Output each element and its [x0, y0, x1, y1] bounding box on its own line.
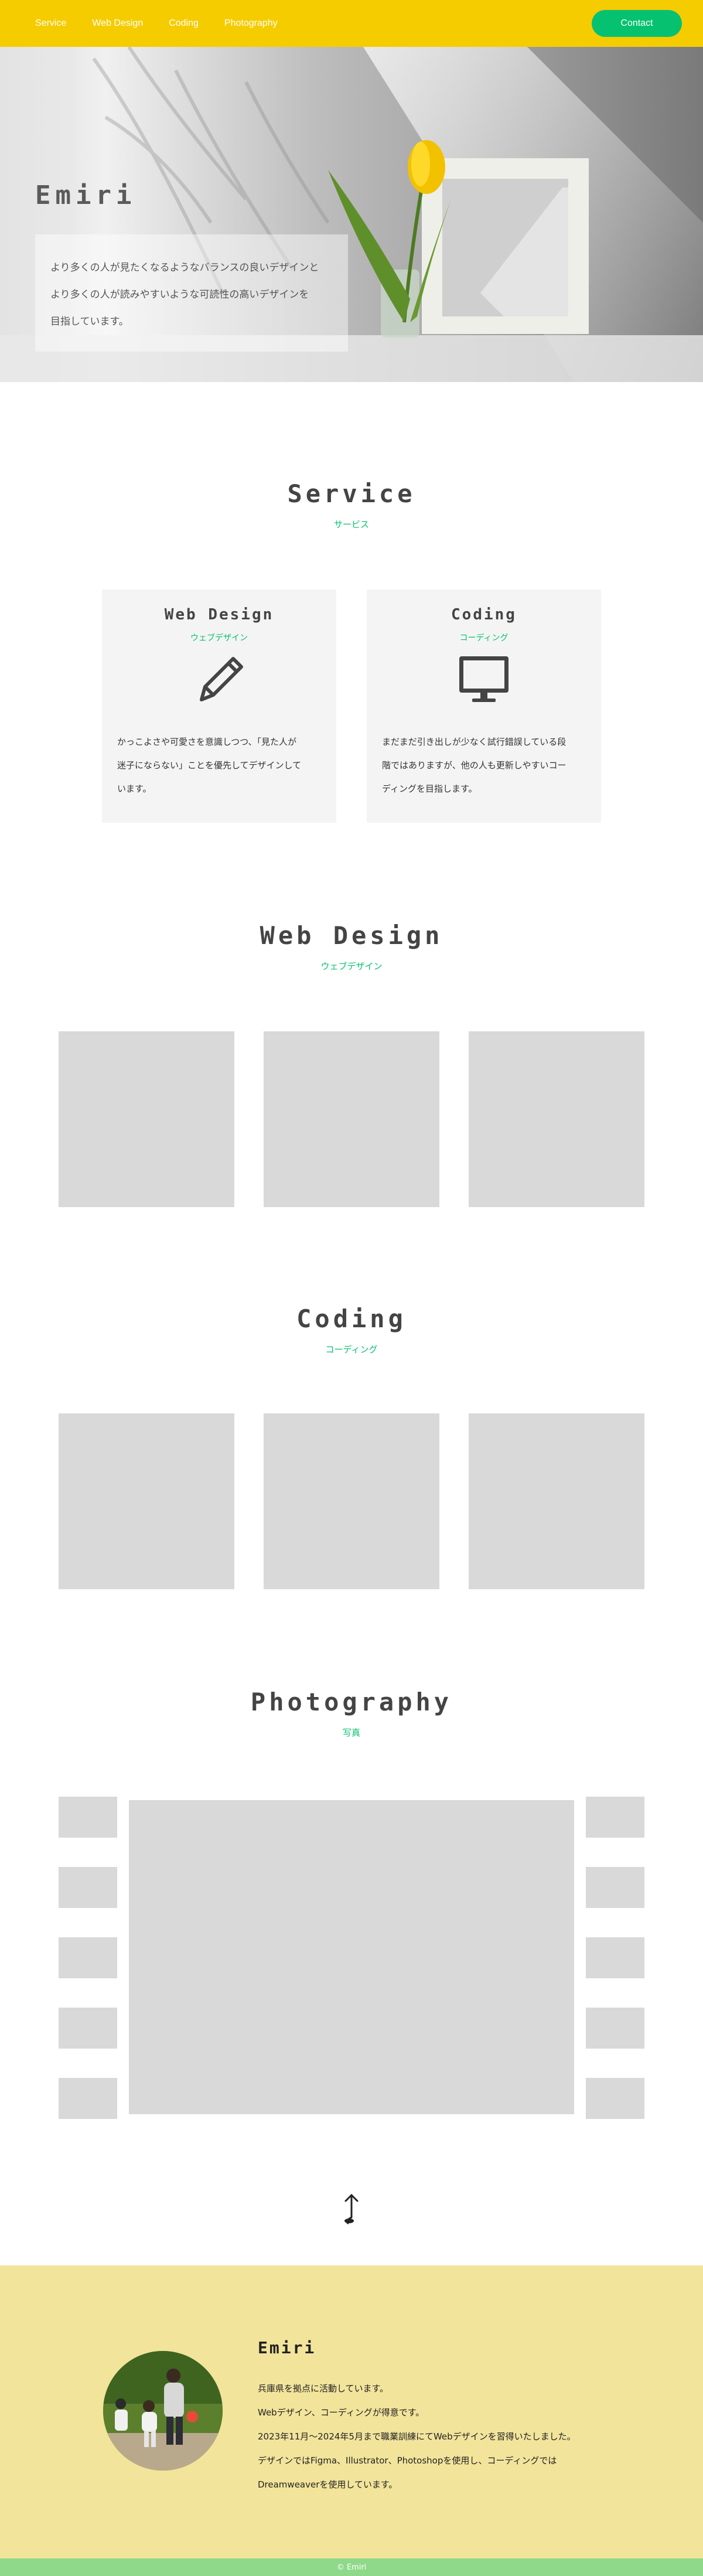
- card-description: まだまだ引き出しが少なく試行錯誤している段 階ではありますが、他の人も更新しやす…: [382, 730, 586, 800]
- photo-thumbnail[interactable]: [59, 2008, 117, 2049]
- top-navigation: Service Web Design Coding Photography Co…: [0, 0, 703, 47]
- copyright-text: © Emiri: [336, 2563, 367, 2572]
- avatar: [103, 2351, 223, 2471]
- photo-thumbnail[interactable]: [586, 1797, 644, 1838]
- hero-text-line: より多くの人が見たくなるようなバランスの良いデザインと: [50, 262, 319, 274]
- card-subtitle: コーディング: [459, 633, 509, 643]
- card-text-line: かっこよさや可愛さを意識しつつ、「見た人が: [117, 737, 297, 747]
- profile-name: Emiri: [258, 2338, 316, 2357]
- photo-thumbnail[interactable]: [586, 1867, 644, 1908]
- monitor-icon: [459, 656, 509, 702]
- profile-text-line: 2023年11月～2024年5月まで職業訓練にてWebデザインを習得いたしました…: [258, 2431, 576, 2442]
- profile-text-line: 兵庫県を拠点に活動しています。: [258, 2383, 389, 2394]
- hero-text-line: より多くの人が読みやすいような可読性の高いデザインを: [50, 289, 309, 301]
- hero-section: Emiri より多くの人が見たくなるようなバランスの良いデザインと より多くの人…: [0, 47, 703, 382]
- card-text-line: 階ではありますが、他の人も更新しやすいコー: [382, 760, 567, 771]
- card-subtitle: ウェブデザイン: [190, 633, 248, 643]
- nav-link-web-design[interactable]: Web Design: [92, 18, 143, 29]
- profile-section: Emiri 兵庫県を拠点に活動しています。 Webデザイン、コーディングが得意で…: [0, 2265, 703, 2558]
- profile-text-line: Dreamweaverを使用しています。: [258, 2479, 398, 2490]
- service-card-coding: Coding コーディング まだまだ引き出しが少なく試行錯誤している段 階ではあ…: [367, 590, 601, 823]
- photo-thumbnail[interactable]: [586, 1937, 644, 1978]
- card-text-line: ディングを目指します。: [382, 783, 477, 794]
- coding-thumbnail[interactable]: [264, 1413, 439, 1589]
- photo-thumbnail[interactable]: [59, 1937, 117, 1978]
- service-title: Service: [287, 479, 416, 508]
- coding-thumbnail[interactable]: [469, 1413, 644, 1589]
- photography-subtitle: 写真: [342, 1727, 360, 1738]
- card-text-line: まだまだ引き出しが少なく試行錯誤している段: [382, 737, 567, 747]
- profile-text-line: デザインではFigma、Illustrator、Photoshopを使用し、コー…: [258, 2455, 557, 2466]
- card-description: かっこよさや可愛さを意識しつつ、「見た人が 迷子にならない」ことを優先してデザイ…: [117, 730, 321, 800]
- photo-thumbnail[interactable]: [59, 2078, 117, 2119]
- photo-thumbnail[interactable]: [586, 2008, 644, 2049]
- webdesign-thumbnail[interactable]: [469, 1031, 644, 1207]
- coding-subtitle: コーディング: [325, 1344, 378, 1355]
- profile-description: 兵庫県を拠点に活動しています。 Webデザイン、コーディングが得意です。 202…: [258, 2377, 633, 2497]
- photography-title: Photography: [250, 1688, 453, 1716]
- photo-thumbnail[interactable]: [59, 1867, 117, 1908]
- webdesign-thumbnail[interactable]: [59, 1031, 234, 1207]
- nav-link-service[interactable]: Service: [35, 18, 66, 29]
- service-card-web-design: Web Design ウェブデザイン かっこよさや可愛さを意識しつつ、「見た人が…: [102, 590, 336, 823]
- photo-thumbnail[interactable]: [59, 1797, 117, 1838]
- photo-thumbnail[interactable]: [586, 2078, 644, 2119]
- webdesign-thumbnail[interactable]: [264, 1031, 439, 1207]
- pencil-icon: [200, 657, 243, 701]
- footer: © Emiri: [0, 2558, 703, 2576]
- nav-link-coding[interactable]: Coding: [169, 18, 199, 29]
- coding-thumbnail[interactable]: [59, 1413, 234, 1589]
- webdesign-subtitle: ウェブデザイン: [320, 961, 383, 972]
- page-top-icon[interactable]: [335, 2192, 368, 2224]
- nav-link-photography[interactable]: Photography: [224, 18, 278, 29]
- profile-text-line: Webデザイン、コーディングが得意です。: [258, 2407, 425, 2418]
- hero-title: Emiri: [35, 180, 136, 210]
- service-subtitle: サービス: [333, 519, 369, 530]
- hero-text-line: 目指しています。: [50, 316, 129, 328]
- coding-title: Coding: [296, 1304, 407, 1333]
- card-title: Coding: [451, 606, 517, 623]
- card-text-line: 迷子にならない」ことを優先してデザインして: [117, 760, 302, 771]
- webdesign-title: Web Design: [260, 921, 443, 950]
- card-text-line: います。: [117, 783, 152, 794]
- contact-button[interactable]: Contact: [592, 10, 682, 37]
- nav-links: Service Web Design Coding Photography: [35, 18, 278, 29]
- card-title: Web Design: [164, 606, 274, 623]
- hero-intro-box: より多くの人が見たくなるようなバランスの良いデザインと より多くの人が読みやすい…: [35, 234, 348, 352]
- photo-main-view: [129, 1800, 574, 2114]
